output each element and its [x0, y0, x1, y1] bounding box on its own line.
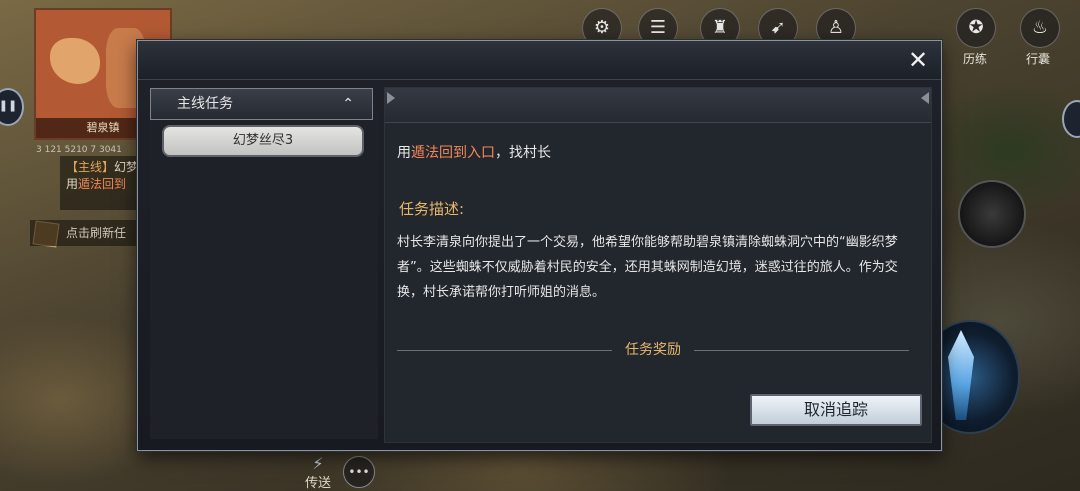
quest-tracker-tag: 【主线】	[66, 160, 115, 174]
untrack-button[interactable]: 取消追踪	[750, 394, 922, 426]
quest-tracker-use: 用	[66, 177, 79, 191]
description-body: 村长李清泉向你提出了一个交易，他希望你能够帮助碧泉镇清除蜘蛛洞穴中的“幽影织梦者…	[397, 235, 898, 300]
teleport-label: 传送	[304, 476, 331, 491]
description-title: 任务描述:	[399, 200, 465, 218]
reward-divider: 任务奖励	[397, 342, 909, 358]
bag-icon[interactable]: ♨	[1020, 8, 1060, 48]
chevron-up-icon: ⌃	[342, 96, 354, 112]
quest-category-label: 主线任务	[177, 96, 233, 112]
objective-highlight[interactable]: 遁法回到入口	[411, 145, 495, 161]
quest-list-item[interactable]: 幻梦丝尽3	[162, 125, 364, 157]
quest-detail-panel: 用遁法回到入口，找村长 任务描述: 村长李清泉向你提出了一个交易，他希望你能够帮…	[384, 87, 932, 443]
quest-category-main[interactable]: 主线任务 ⌃	[150, 88, 373, 120]
refresh-quest-note[interactable]: 点击刷新任	[30, 220, 140, 246]
bag-label: 行囊	[1026, 52, 1051, 66]
action-wheel-icon[interactable]	[958, 180, 1026, 248]
corner-ornament-icon	[387, 92, 395, 104]
detail-header-bar	[385, 88, 931, 123]
quest-dialog: ✕ 主线任务 ⌃ 幻梦丝尽3 用遁法回到入口，找村长 任务描述: 村长李清泉向你…	[137, 40, 942, 451]
close-icon[interactable]: ✕	[903, 45, 933, 75]
training-icon[interactable]: ✪	[956, 8, 996, 48]
minimap-terrain	[50, 38, 100, 84]
training-label: 历练	[963, 52, 988, 66]
chat-icon[interactable]: •••	[343, 456, 375, 488]
teleport-icon: ⚡	[312, 454, 324, 473]
teleport-button[interactable]: ⚡ 传送	[298, 454, 338, 491]
dialog-header	[138, 41, 941, 80]
objective-suffix: ，找村长	[495, 145, 551, 161]
quest-tracker-highlight: 遁法回到	[78, 177, 127, 191]
quest-objective: 用遁法回到入口，找村长	[397, 142, 551, 162]
corner-ornament-icon	[921, 92, 929, 104]
divider-line	[694, 350, 909, 351]
player-coords: 3 121 5210 7 3041	[36, 145, 122, 155]
objective-prefix: 用	[397, 145, 411, 161]
quest-tracker-title: 幻梦	[114, 160, 139, 174]
